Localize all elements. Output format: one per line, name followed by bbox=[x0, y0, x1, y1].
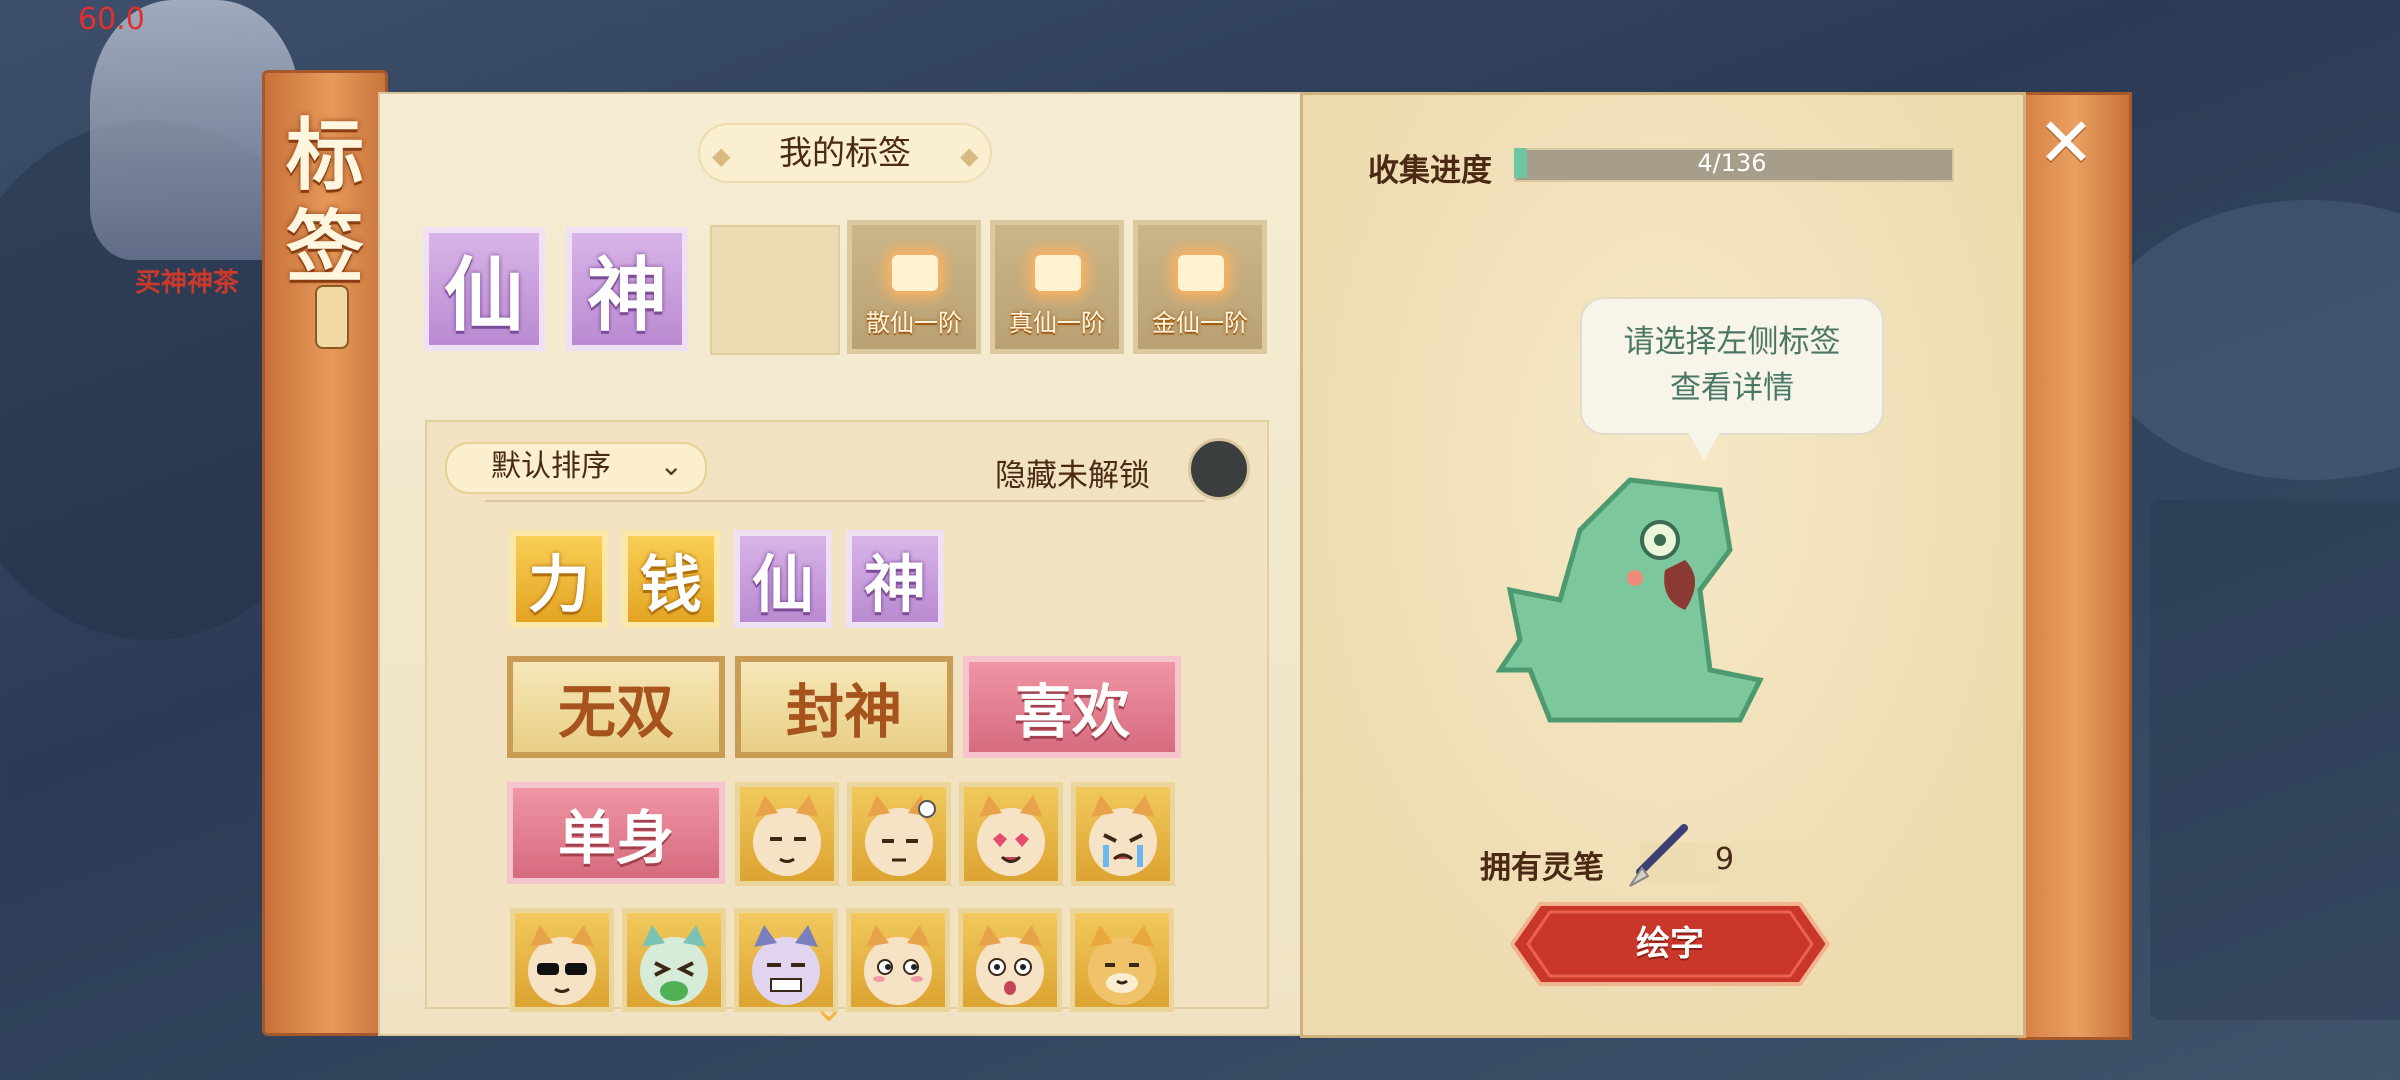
tag-item[interactable]: 神 bbox=[846, 530, 944, 628]
hide-locked-label: 隐藏未解锁 bbox=[995, 458, 1150, 494]
header-ornament-right: ◆ bbox=[960, 142, 979, 170]
chevron-down-icon[interactable]: ⌄ bbox=[812, 985, 846, 1031]
collection-progress-label: 收集进度 bbox=[1368, 153, 1492, 189]
tag-item[interactable]: 单身 bbox=[507, 782, 725, 884]
fps-counter: 60.0 bbox=[78, 2, 145, 37]
locked-slot-label: 金仙一阶 bbox=[1152, 309, 1248, 337]
tag-item-label: 力 bbox=[527, 548, 590, 621]
draw-button-label: 绘字 bbox=[1636, 924, 1704, 964]
cat-vomit-icon[interactable] bbox=[622, 908, 726, 1012]
cat-sunglasses-icon[interactable] bbox=[510, 908, 614, 1012]
cat-crying-icon[interactable] bbox=[1071, 782, 1175, 886]
tag-item-label: 无双 bbox=[557, 678, 674, 746]
tag-item-label: 单身 bbox=[557, 804, 674, 872]
cat-smirk-icon[interactable] bbox=[735, 782, 839, 886]
spine-title: 标签 bbox=[285, 110, 364, 293]
cat-heart-eyes-icon[interactable] bbox=[959, 782, 1063, 886]
close-icon[interactable]: ✕ bbox=[2034, 110, 2098, 178]
header-ornament-left: ◆ bbox=[712, 142, 731, 170]
cat-thinking-icon[interactable] bbox=[847, 782, 951, 886]
tag-item-label: 钱 bbox=[639, 548, 702, 621]
tag-item[interactable]: 无双 bbox=[507, 656, 725, 758]
tag-item-label: 神 bbox=[863, 548, 926, 621]
divider bbox=[485, 500, 1205, 502]
tag-item-label: 喜欢 bbox=[1013, 678, 1130, 746]
locked-slot-2[interactable]: 真仙一阶 bbox=[990, 220, 1124, 354]
hint-bubble-tail bbox=[1688, 432, 1720, 460]
tag-item[interactable]: 封神 bbox=[735, 656, 953, 758]
tag-item-label: 封神 bbox=[785, 678, 902, 746]
equipped-tag-label: 神 bbox=[587, 248, 667, 342]
tag-item-label: 仙 bbox=[751, 548, 814, 621]
brush-count: 9 bbox=[1715, 842, 1735, 877]
locked-slot-label: 散仙一阶 bbox=[866, 309, 962, 337]
tag-item[interactable]: 钱 bbox=[622, 530, 720, 628]
lock-icon bbox=[1035, 255, 1081, 291]
hint-line-2: 查看详情 bbox=[1670, 370, 1794, 406]
hint-line-1: 请选择左侧标签 bbox=[1623, 324, 1841, 360]
cat-doge-icon[interactable] bbox=[1070, 908, 1174, 1012]
spirit-brush-icon bbox=[1629, 824, 1688, 887]
cat-shocked-icon[interactable] bbox=[958, 908, 1062, 1012]
hide-locked-toggle[interactable] bbox=[1188, 438, 1250, 500]
my-tags-header: 我的标签 bbox=[700, 125, 990, 181]
hint-bubble: 请选择左侧标签 查看详情 bbox=[1580, 297, 1884, 435]
tag-item[interactable]: 喜欢 bbox=[963, 656, 1181, 758]
equipped-tag-1[interactable]: 仙 bbox=[423, 227, 545, 351]
spine-seal bbox=[315, 285, 349, 349]
sort-label: 默认排序 bbox=[491, 449, 611, 484]
sort-dropdown[interactable]: 默认排序 ⌄ bbox=[445, 442, 707, 494]
npc-name: 买神神茶 bbox=[135, 268, 240, 298]
cat-side-eye-icon[interactable] bbox=[846, 908, 950, 1012]
bg-cloud bbox=[2100, 200, 2400, 480]
bg-pagoda bbox=[2150, 500, 2400, 1020]
locked-slot-1[interactable]: 散仙一阶 bbox=[847, 220, 981, 354]
tag-item[interactable]: 力 bbox=[510, 530, 608, 628]
equipped-tag-label: 仙 bbox=[444, 248, 524, 342]
tag-item[interactable]: 仙 bbox=[734, 530, 832, 628]
right-book-edge bbox=[2018, 92, 2132, 1040]
collection-progress-text: 4/136 bbox=[1697, 149, 1767, 177]
lock-icon bbox=[892, 255, 938, 291]
chevron-down-icon: ⌄ bbox=[659, 449, 683, 482]
equipped-tag-2[interactable]: 神 bbox=[566, 227, 688, 351]
empty-tag-slot[interactable] bbox=[710, 225, 840, 355]
brush-owned-label: 拥有灵笔 bbox=[1480, 850, 1604, 886]
lock-icon bbox=[1178, 255, 1224, 291]
green-mascot-icon bbox=[1495, 477, 1764, 723]
locked-slot-label: 真仙一阶 bbox=[1009, 309, 1105, 337]
locked-slot-3[interactable]: 金仙一阶 bbox=[1133, 220, 1267, 354]
